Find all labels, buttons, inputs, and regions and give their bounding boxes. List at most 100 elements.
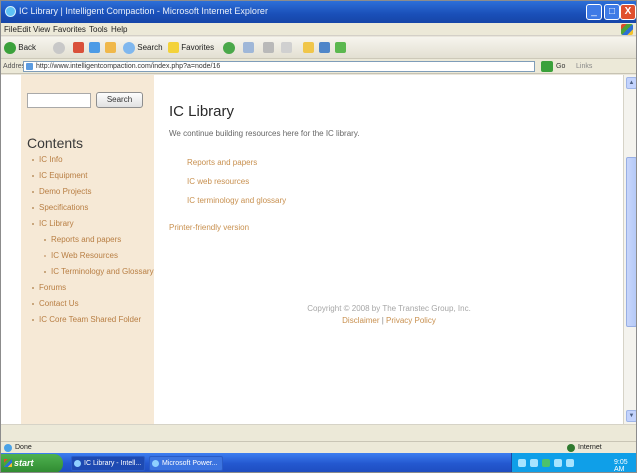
tray-antivirus-icon[interactable] [566, 459, 574, 467]
vertical-scrollbar[interactable]: ▲ ▼ [623, 75, 636, 424]
sidebar-item-contact-us[interactable]: Contact Us [21, 299, 154, 309]
links-button[interactable]: Links [576, 63, 592, 70]
go-arrow-icon[interactable] [541, 61, 553, 72]
address-bar: Address http://www.intelligentcompaction… [1, 59, 636, 74]
horizontal-scrollbar[interactable] [1, 424, 636, 441]
page-status-icon [4, 444, 12, 452]
refresh-icon [89, 42, 100, 54]
copyright-text: Copyright © 2008 by The Transtec Group, … [307, 304, 471, 313]
menu-bar: File Edit View Favorites Tools Help [1, 23, 636, 36]
back-arrow-icon [4, 41, 16, 54]
sidebar-item-label: Forums [39, 283, 67, 292]
sidebar-item-label: IC Library [39, 219, 74, 228]
back-label: Back [18, 43, 37, 52]
menu-tools[interactable]: Tools [89, 25, 108, 34]
messenger-button[interactable] [335, 41, 346, 55]
taskbar-item-powerpoint[interactable]: Microsoft Power... [149, 456, 223, 471]
go-button[interactable]: Go [556, 63, 565, 70]
security-zone-label: Internet [578, 444, 602, 451]
edit-icon [281, 42, 292, 54]
bullet-icon [44, 255, 46, 257]
minimize-button[interactable]: _ [586, 4, 602, 20]
bullet-icon [32, 223, 34, 225]
refresh-button[interactable] [89, 41, 100, 55]
bullet-icon [44, 239, 46, 241]
disclaimer-link[interactable]: Disclaimer [342, 316, 379, 325]
sidebar-item-ic-info[interactable]: IC Info [21, 155, 154, 165]
sidebar-item-demo-projects[interactable]: Demo Projects [21, 187, 154, 197]
magnifier-icon [123, 41, 135, 54]
maximize-button[interactable]: □ [604, 4, 620, 20]
status-bar: Done Internet [1, 441, 636, 453]
privacy-policy-link[interactable]: Privacy Policy [386, 316, 436, 325]
menu-file[interactable]: File [4, 25, 17, 34]
home-icon [105, 42, 116, 54]
sidebar-item-ic-terminology[interactable]: IC Terminology and Glossary [21, 267, 154, 277]
history-icon [223, 41, 235, 54]
page-viewport: Search Contents IC Info IC Equipment Dem… [1, 75, 623, 424]
folder-button[interactable] [303, 41, 314, 55]
tray-volume-icon[interactable] [530, 459, 538, 467]
status-text: Done [15, 444, 32, 451]
sidebar-item-label: IC Equipment [39, 171, 88, 180]
printer-friendly-link[interactable]: Printer-friendly version [169, 223, 249, 232]
scrollbar-thumb[interactable] [626, 157, 636, 327]
address-input[interactable]: http://www.intelligentcompaction.com/ind… [23, 61, 535, 72]
library-links: Reports and papers IC web resources IC t… [187, 158, 286, 215]
back-button[interactable]: Back [4, 41, 36, 55]
scroll-down-icon[interactable]: ▼ [626, 410, 636, 422]
sidebar-item-shared-folder[interactable]: IC Core Team Shared Folder [21, 315, 154, 325]
menu-help[interactable]: Help [111, 25, 127, 34]
bullet-icon [32, 303, 34, 305]
main-content: IC Library We continue building resource… [169, 75, 609, 424]
print-button[interactable] [263, 41, 274, 55]
link-ic-web-resources[interactable]: IC web resources [187, 177, 286, 186]
bullet-icon [32, 159, 34, 161]
sidebar-item-forums[interactable]: Forums [21, 283, 154, 293]
toolbar: Back Search Favorites [1, 37, 636, 59]
mail-button[interactable] [243, 41, 254, 55]
mail-icon [243, 42, 254, 54]
sidebar-item-ic-library[interactable]: IC Library [21, 219, 154, 229]
search-toolbar-button[interactable]: Search [123, 41, 163, 55]
forward-button[interactable] [53, 41, 65, 55]
history-button[interactable] [223, 41, 235, 55]
sidebar-item-reports-and-papers[interactable]: Reports and papers [21, 235, 154, 245]
sidebar-item-ic-equipment[interactable]: IC Equipment [21, 171, 154, 181]
intro-text: We continue building resources here for … [169, 129, 360, 138]
edit-button[interactable] [281, 41, 292, 55]
stop-button[interactable] [73, 41, 84, 55]
clock: 9:05 AM [614, 459, 628, 473]
favorites-button[interactable]: Favorites [168, 41, 214, 55]
sidebar-item-ic-web-resources[interactable]: IC Web Resources [21, 251, 154, 261]
printer-icon [263, 42, 274, 54]
menu-favorites[interactable]: Favorites [53, 25, 86, 34]
search-input[interactable] [27, 93, 91, 108]
scroll-up-icon[interactable]: ▲ [626, 77, 636, 89]
sidebar-item-label: IC Info [39, 155, 63, 164]
browser-screen: IC Library | Intelligent Compaction - Mi… [0, 0, 637, 473]
bullet-icon [44, 271, 46, 273]
taskbar: start IC Library - Intell... Microsoft P… [1, 453, 636, 473]
sidebar-item-label: Specifications [39, 203, 89, 212]
link-ic-terminology[interactable]: IC terminology and glossary [187, 196, 286, 205]
tray-security-icon[interactable] [542, 459, 550, 467]
folder-icon [303, 42, 314, 54]
start-button[interactable]: start [1, 454, 63, 472]
page-title: IC Library [169, 103, 235, 120]
menu-edit[interactable]: Edit [17, 25, 31, 34]
sidebar-item-specifications[interactable]: Specifications [21, 203, 154, 213]
research-button[interactable] [319, 41, 330, 55]
messenger-icon [335, 42, 346, 54]
close-button[interactable]: X [620, 4, 636, 20]
tray-network-icon[interactable] [518, 459, 526, 467]
internet-explorer-icon [5, 6, 16, 17]
search-button[interactable]: Search [96, 92, 143, 108]
menu-view[interactable]: View [33, 25, 50, 34]
bullet-icon [32, 319, 34, 321]
home-button[interactable] [105, 41, 116, 55]
taskbar-item-ie[interactable]: IC Library - Intell... [71, 456, 145, 471]
forward-arrow-icon [53, 41, 65, 54]
tray-messenger-icon[interactable] [554, 459, 562, 467]
link-reports-and-papers[interactable]: Reports and papers [187, 158, 286, 167]
